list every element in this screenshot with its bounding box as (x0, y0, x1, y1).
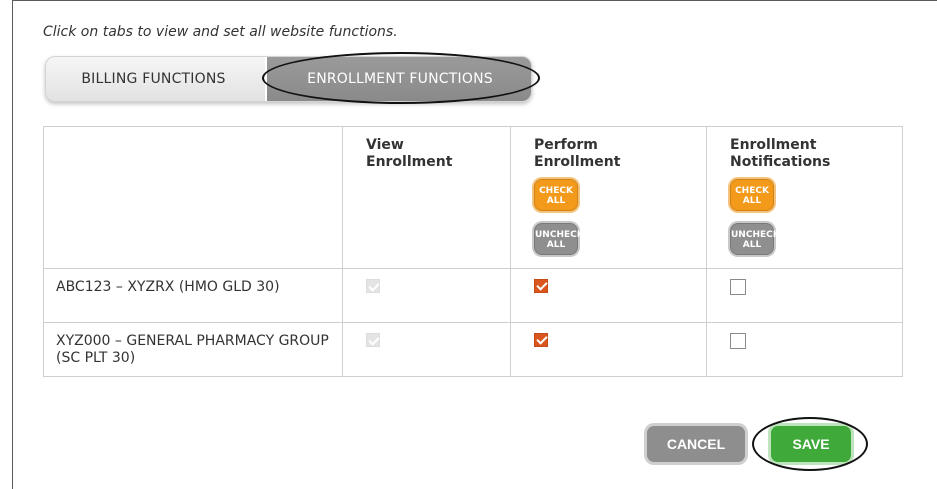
header-enrollment-notifications-label: Enrollment Notifications (730, 137, 831, 170)
perform-enrollment-checkbox[interactable] (534, 333, 548, 347)
notify-uncheck-all-button[interactable]: UNCHECK ALL (730, 223, 780, 255)
notify-check-all-button[interactable]: CHECK ALL (730, 179, 774, 211)
table-header-row: View Enrollment Perform Enrollment CHECK… (43, 126, 903, 269)
tab-billing-functions[interactable]: BILLING FUNCTIONS (46, 57, 261, 101)
perform-enrollment-cell (510, 268, 707, 323)
header-view-enrollment-label: View Enrollment (366, 137, 453, 170)
cancel-button[interactable]: CANCEL (647, 426, 745, 462)
header-enrollment-notifications: Enrollment Notifications CHECK ALL UNCHE… (706, 126, 903, 269)
dialog-border-top (12, 0, 937, 1)
tab-bar: BILLING FUNCTIONS ENROLLMENT FUNCTIONS (45, 56, 532, 102)
view-enrollment-checkbox (366, 333, 380, 347)
header-perform-enrollment: Perform Enrollment CHECK ALL UNCHECK ALL (510, 126, 707, 269)
permissions-table: View Enrollment Perform Enrollment CHECK… (43, 126, 903, 377)
perform-enrollment-cell (510, 322, 707, 377)
table-row: XYZ000 – GENERAL PHARMACY GROUP (SC PLT … (43, 322, 903, 377)
header-perform-enrollment-label: Perform Enrollment (534, 137, 621, 170)
instructions-text: Click on tabs to view and set all websit… (43, 24, 398, 40)
table-row: ABC123 – XYZRX (HMO GLD 30) (43, 268, 903, 323)
row-label: ABC123 – XYZRX (HMO GLD 30) (43, 268, 343, 323)
enrollment-notifications-checkbox[interactable] (730, 333, 746, 349)
enrollment-notifications-cell (706, 268, 903, 323)
tab-enrollment-functions[interactable]: ENROLLMENT FUNCTIONS (265, 57, 531, 101)
dialog-border-left (12, 0, 13, 489)
save-button[interactable]: SAVE (771, 426, 851, 462)
row-label: XYZ000 – GENERAL PHARMACY GROUP (SC PLT … (43, 322, 343, 377)
view-enrollment-checkbox (366, 279, 380, 293)
view-enrollment-cell (342, 322, 511, 377)
perform-uncheck-all-button[interactable]: UNCHECK ALL (534, 223, 584, 255)
enrollment-notifications-checkbox[interactable] (730, 279, 746, 295)
enrollment-notifications-cell (706, 322, 903, 377)
perform-check-all-button[interactable]: CHECK ALL (534, 179, 578, 211)
header-view-enrollment: View Enrollment (342, 126, 511, 269)
perform-enrollment-checkbox[interactable] (534, 279, 548, 293)
view-enrollment-cell (342, 268, 511, 323)
header-empty-cell (43, 126, 343, 269)
